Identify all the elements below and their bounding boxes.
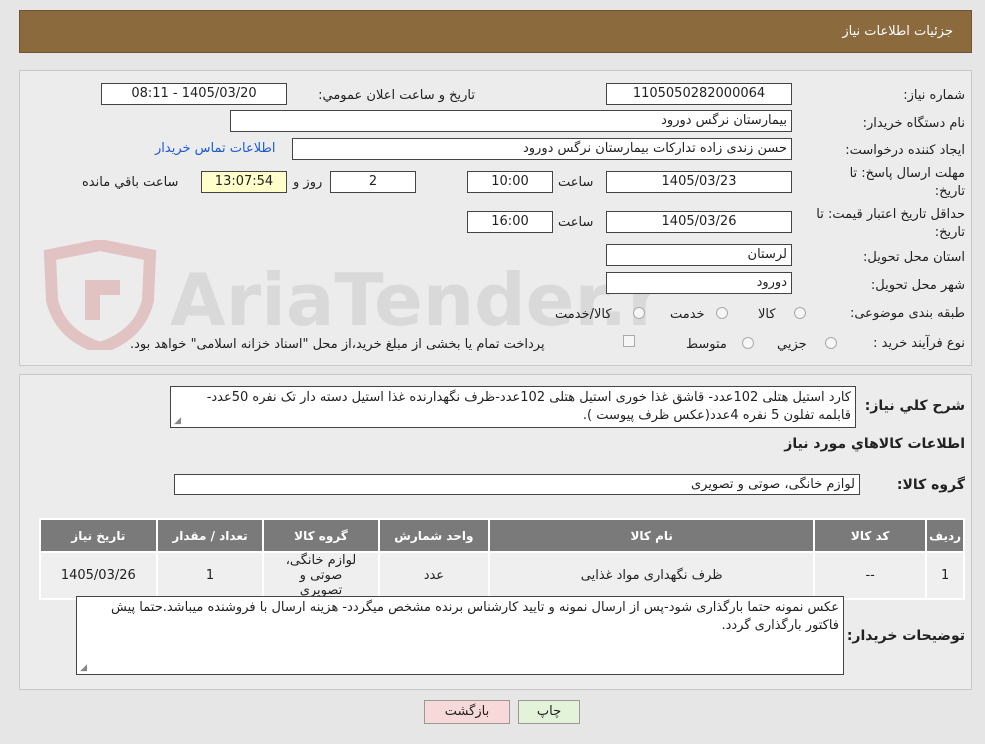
cell-code: -- bbox=[815, 553, 926, 598]
print-button[interactable]: چاپ bbox=[518, 700, 580, 724]
category-service-label: خدمت bbox=[670, 307, 705, 322]
cell-need-date: 1405/03/26 bbox=[41, 553, 156, 598]
buyer-org-field: بیمارستان نرگس دورود bbox=[230, 110, 792, 132]
cell-row: 1 bbox=[927, 553, 963, 598]
cell-quantity: 1 bbox=[157, 553, 263, 598]
goods-table: ردیف کد کالا نام کالا واحد شمارش گروه کا… bbox=[39, 518, 965, 600]
treasury-payment-note: پرداخت تمام یا بخشی از مبلغ خرید،از محل … bbox=[130, 337, 545, 352]
deadline-label-line1: مهلت ارسال پاسخ: تا bbox=[849, 166, 965, 181]
category-goods-radio[interactable] bbox=[794, 307, 806, 319]
remaining-time-label: ساعت باقي مانده bbox=[82, 175, 179, 190]
announce-label: تاریخ و ساعت اعلان عمومي: bbox=[318, 88, 475, 103]
category-goods-service-radio[interactable] bbox=[633, 307, 645, 319]
validity-date-field: 1405/03/26 bbox=[606, 211, 792, 233]
city-label: شهر محل تحویل: bbox=[870, 278, 965, 293]
goods-table-header: ردیف کد کالا نام کالا واحد شمارش گروه کا… bbox=[41, 520, 963, 551]
category-service-radio[interactable] bbox=[716, 307, 728, 319]
treasury-payment-checkbox[interactable] bbox=[623, 335, 635, 347]
col-code: کد کالا bbox=[815, 520, 926, 551]
deadline-time-label: ساعت bbox=[558, 175, 594, 190]
need-number-label: شماره نیاز: bbox=[903, 88, 965, 103]
deadline-label-line2: تاریخ: bbox=[934, 184, 965, 199]
creator-field: حسن زندی زاده تدارکات بیمارستان نرگس دور… bbox=[292, 138, 792, 160]
validity-time-field: 16:00 bbox=[467, 211, 553, 233]
buyer-notes-label: توضیحات خریدار: bbox=[846, 628, 965, 644]
col-unit: واحد شمارش bbox=[379, 520, 489, 551]
buyer-notes-text: عکس نمونه حتما بارگذاری شود-پس از ارسال … bbox=[111, 600, 839, 633]
description-textarea: کارد استیل هتلی 102عدد- قاشق غذا خوری اس… bbox=[170, 386, 856, 428]
back-button[interactable]: بازگشت bbox=[424, 700, 510, 724]
buyer-org-label: نام دستگاه خریدار: bbox=[862, 116, 965, 131]
announce-field: 1405/03/20 - 08:11 bbox=[101, 83, 287, 105]
col-need-date: تاریخ نیاز bbox=[41, 520, 156, 551]
deadline-time-field: 10:00 bbox=[467, 171, 553, 193]
process-small-label: جزيي bbox=[777, 337, 807, 352]
category-goods-label: کالا bbox=[758, 307, 776, 322]
goods-section-title: اطلاعات کالاهاي مورد نیاز bbox=[784, 436, 965, 452]
resize-handle-icon[interactable]: ◢ bbox=[79, 664, 87, 673]
remaining-time-field: 13:07:54 bbox=[201, 171, 287, 193]
validity-time-label: ساعت bbox=[558, 215, 594, 230]
deadline-label: مهلت ارسال پاسخ: تا تاریخ: bbox=[850, 165, 965, 201]
table-row: 1 -- ظرف نگهداری مواد غذایی عدد لوازم خا… bbox=[41, 553, 963, 598]
cell-group: لوازم خانگی، صوتی و تصویری bbox=[264, 553, 378, 598]
cell-unit: عدد bbox=[379, 553, 489, 598]
validity-label: حداقل تاریخ اعتبار قیمت: تا تاریخ: bbox=[816, 206, 965, 242]
process-small-radio[interactable] bbox=[825, 337, 837, 349]
col-quantity: تعداد / مقدار bbox=[157, 520, 263, 551]
watermark-shield-icon bbox=[43, 238, 157, 355]
days-remaining-field: 2 bbox=[330, 171, 416, 193]
watermark: AriaTender.neT bbox=[30, 238, 776, 355]
process-medium-label: متوسط bbox=[686, 337, 727, 352]
city-field: دورود bbox=[606, 272, 792, 294]
validity-label-line1: حداقل تاریخ اعتبار قیمت: تا bbox=[816, 207, 965, 222]
description-text: کارد استیل هتلی 102عدد- قاشق غذا خوری اس… bbox=[206, 390, 851, 423]
goods-group-field: لوازم خانگی، صوتی و تصویری bbox=[174, 474, 860, 495]
process-medium-radio[interactable] bbox=[742, 337, 754, 349]
deadline-date-field: 1405/03/23 bbox=[606, 171, 792, 193]
category-label: طبقه بندی موضوعی: bbox=[849, 306, 965, 321]
page-title: جزئیات اطلاعات نیاز bbox=[842, 24, 953, 39]
buyer-contact-link[interactable]: اطلاعات تماس خریدار bbox=[155, 141, 275, 156]
goods-group-label: گروه کالا: bbox=[896, 477, 965, 493]
col-row: ردیف bbox=[927, 520, 963, 551]
creator-label: ایجاد کننده درخواست: bbox=[845, 143, 965, 158]
category-goods-service-label: کالا/خدمت bbox=[555, 307, 612, 322]
province-field: لرستان bbox=[606, 244, 792, 266]
watermark-text: AriaTender.neT bbox=[170, 258, 650, 342]
description-label: شرح کلي نیاز: bbox=[864, 398, 965, 414]
province-label: استان محل تحویل: bbox=[863, 250, 965, 265]
buyer-notes-textarea: عکس نمونه حتما بارگذاری شود-پس از ارسال … bbox=[76, 596, 844, 675]
cell-name: ظرف نگهداری مواد غذایی bbox=[490, 553, 814, 598]
resize-handle-icon[interactable]: ◢ bbox=[173, 417, 181, 426]
col-group: گروه کالا bbox=[264, 520, 378, 551]
process-label: نوع فرآیند خرید : bbox=[873, 336, 965, 351]
validity-label-line2: تاریخ: bbox=[934, 225, 965, 240]
days-label: روز و bbox=[293, 175, 323, 190]
col-name: نام کالا bbox=[490, 520, 814, 551]
page-header: جزئیات اطلاعات نیاز bbox=[19, 10, 972, 53]
need-number-field: 1105050282000064 bbox=[606, 83, 792, 105]
